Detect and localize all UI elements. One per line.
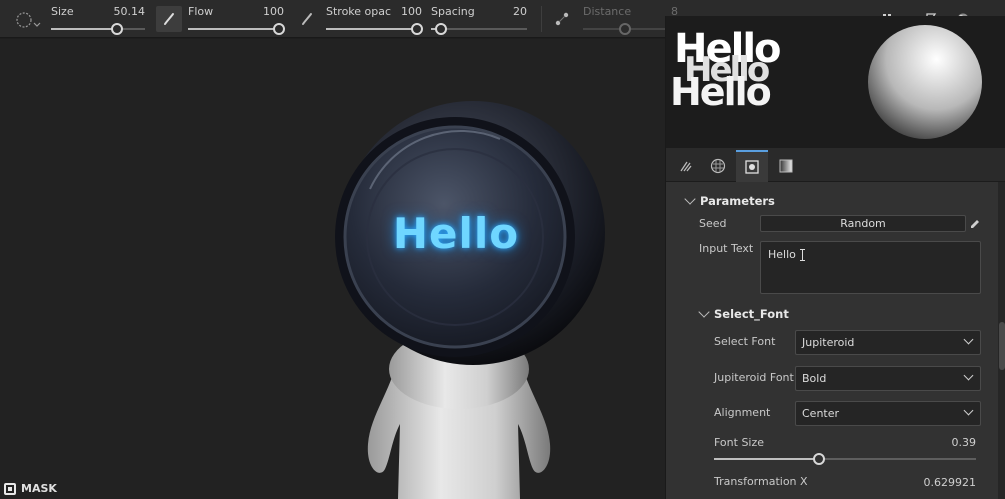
text-cursor-icon <box>799 249 805 261</box>
mask-label: MASK <box>21 482 57 495</box>
font-style-label: Jupiteroid Font <box>714 371 794 384</box>
chevron-down-icon <box>963 334 974 345</box>
flow-pressure-button[interactable] <box>156 6 182 32</box>
alignment-label: Alignment <box>714 406 771 419</box>
random-seed-button[interactable]: Random <box>760 215 966 232</box>
spacing-label: Spacing <box>431 5 475 18</box>
brush-tool-selector[interactable] <box>10 8 42 32</box>
preview-sphere <box>868 25 982 139</box>
stroke-opacity-slider[interactable]: Stroke opac 100 <box>326 0 423 38</box>
distance-slider-handle[interactable] <box>619 23 631 35</box>
chevron-down-icon <box>698 306 710 318</box>
brush-preview: Hello Hello Hello <box>666 16 1005 148</box>
stroke-pressure-button[interactable] <box>294 6 320 32</box>
flow-value: 100 <box>263 5 284 18</box>
input-text-label: Input Text <box>699 242 754 255</box>
flow-label: Flow <box>188 5 214 18</box>
scrollbar-thumb[interactable] <box>999 322 1005 370</box>
spacing-slider[interactable]: Spacing 20 <box>431 0 527 38</box>
stroke-opacity-handle[interactable] <box>411 23 423 35</box>
distance-label: Distance <box>583 5 632 18</box>
size-slider-handle[interactable] <box>111 23 123 35</box>
size-label: Size <box>51 5 74 18</box>
mask-toggle[interactable]: MASK <box>4 482 57 495</box>
size-value: 50.14 <box>113 5 146 18</box>
font-size-value: 0.39 <box>951 436 977 449</box>
lazy-mouse-icon <box>555 12 569 26</box>
character-model <box>335 101 605 499</box>
3d-viewport[interactable]: Hello MASK <box>0 39 665 499</box>
brush-circle-icon <box>16 12 41 28</box>
tab-mask[interactable] <box>736 150 768 182</box>
chevron-down-icon <box>963 370 974 381</box>
transformation-x-label: Transformation X <box>714 475 808 488</box>
properties-panel: Hello Hello Hello Parameters Seed Random <box>665 16 1005 499</box>
pen-pressure-icon <box>164 13 174 25</box>
select-font-label: Select Font <box>714 335 776 348</box>
flow-slider-handle[interactable] <box>273 23 285 35</box>
select-font-section-header[interactable]: Select_Font <box>698 306 789 321</box>
distance-slider[interactable]: Distance 8 <box>583 0 678 38</box>
panel-tabs <box>666 150 1005 182</box>
stencil-icon <box>745 160 759 174</box>
parameters-section-header[interactable]: Parameters <box>684 193 775 208</box>
mask-icon <box>4 482 16 495</box>
brush-icon <box>680 161 692 172</box>
panel-scrollbar[interactable] <box>998 182 1005 499</box>
font-size-label: Font Size <box>714 436 765 449</box>
toolbar-separator <box>541 6 542 32</box>
alignment-dropdown[interactable]: Center <box>795 401 981 426</box>
lazy-mouse-button[interactable] <box>549 6 575 32</box>
chevron-down-icon <box>963 405 974 416</box>
spacing-value: 20 <box>513 5 527 18</box>
size-slider[interactable]: Size 50.14 <box>51 0 145 38</box>
flow-slider[interactable]: Flow 100 <box>188 0 285 38</box>
model-text: Hello <box>392 209 520 258</box>
input-text-field[interactable]: Hello <box>760 241 981 294</box>
font-style-dropdown[interactable]: Bold <box>795 366 981 391</box>
parameters-area: Parameters Seed Random Input Text Hello … <box>666 182 998 499</box>
pen-pressure-icon <box>302 13 312 25</box>
tab-gradient[interactable] <box>770 150 802 182</box>
stroke-opacity-value: 100 <box>401 5 422 18</box>
preview-stamp-text: Hello Hello Hello <box>670 26 782 114</box>
select-font-dropdown[interactable]: Jupiteroid <box>795 330 981 355</box>
seed-label: Seed <box>699 217 727 230</box>
font-size-slider-handle[interactable] <box>813 453 825 465</box>
pencil-icon[interactable] <box>969 218 981 230</box>
checker-sphere-icon <box>710 158 726 174</box>
gradient-icon <box>779 159 793 173</box>
tab-material[interactable] <box>702 150 734 182</box>
stroke-opacity-label: Stroke opac <box>326 5 392 18</box>
tab-brush[interactable] <box>670 150 702 182</box>
spacing-slider-handle[interactable] <box>435 23 447 35</box>
transformation-x-value: 0.629921 <box>923 476 977 489</box>
chevron-down-icon <box>684 193 696 205</box>
